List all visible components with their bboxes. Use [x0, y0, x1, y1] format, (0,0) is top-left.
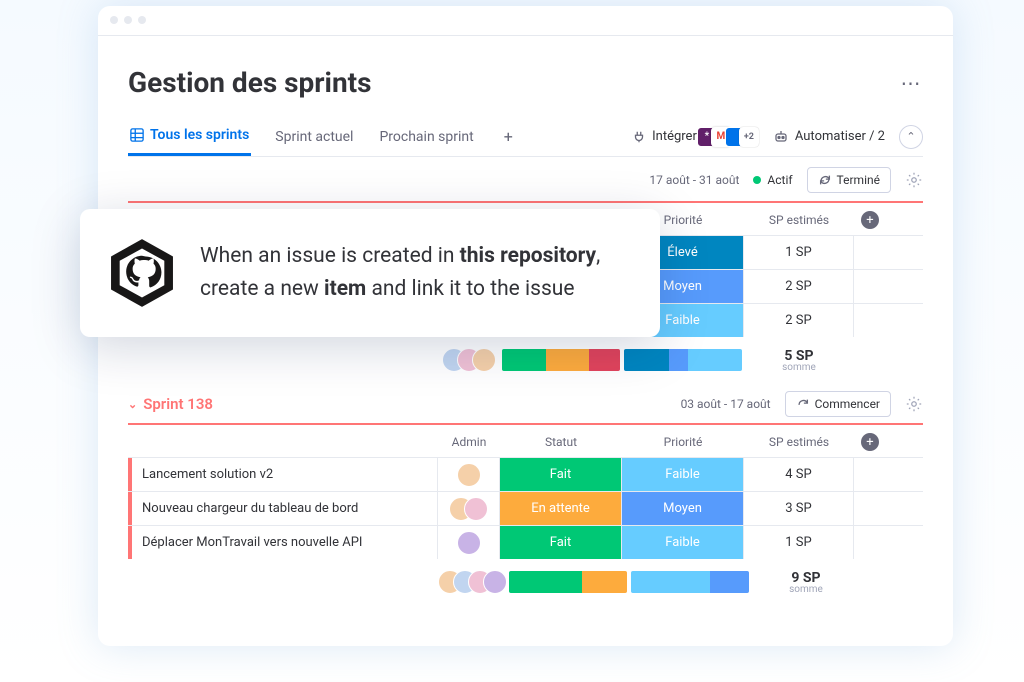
table-row[interactable]: Lancement solution v2 Fait Faible 4 SP [128, 457, 923, 491]
refresh-icon [818, 173, 832, 187]
tab-label: Prochain sprint [379, 129, 473, 145]
status-cell[interactable]: Fait [500, 458, 622, 491]
sprint138-summary: 9 SP somme [128, 559, 923, 599]
empty-cell [854, 236, 886, 269]
tab-all-sprints[interactable]: Tous les sprints [128, 117, 251, 156]
item-cell[interactable]: Nouveau chargeur du tableau de bord [128, 492, 438, 525]
more-integrations-badge: +2 [739, 127, 759, 147]
chevron-down-icon: ⌄ [128, 398, 137, 411]
empty-cell [854, 458, 886, 491]
group-title-sprint138[interactable]: ⌄ Sprint 138 [128, 395, 213, 413]
automate-button[interactable]: Automatiser / 2 [773, 129, 885, 145]
gear-icon[interactable] [905, 171, 923, 189]
column-admin[interactable]: Admin [438, 435, 500, 449]
window-titlebar [98, 6, 953, 36]
empty-cell [854, 304, 886, 337]
table-row[interactable]: Déplacer MonTravail vers nouvelle API Fa… [128, 525, 923, 559]
empty-cell [854, 270, 886, 303]
tab-current-sprint[interactable]: Sprint actuel [273, 119, 355, 155]
priority-cell[interactable]: Faible [622, 526, 744, 559]
sp-summary: 9 SP somme [751, 570, 861, 595]
item-cell[interactable]: Lancement solution v2 [128, 458, 438, 491]
sp-cell[interactable]: 4 SP [744, 458, 854, 491]
group-title-label: Sprint 138 [143, 395, 213, 413]
sp-cell[interactable]: 1 SP [744, 236, 854, 269]
date-range: 03 août - 17 août [681, 397, 771, 411]
status-label: Actif [767, 173, 792, 187]
tab-next-sprint[interactable]: Prochain sprint [377, 119, 475, 155]
github-automation-callout: When an issue is created in this reposit… [80, 209, 660, 337]
sp-cell[interactable]: 1 SP [744, 526, 854, 559]
date-range: 17 août - 31 août [649, 173, 739, 187]
more-menu-button[interactable]: ⋯ [899, 71, 923, 95]
sp-cell[interactable]: 3 SP [744, 492, 854, 525]
priority-cell[interactable]: Moyen [622, 492, 744, 525]
github-icon [106, 237, 178, 309]
tab-label: Sprint actuel [275, 129, 353, 145]
collapse-right-panel-button[interactable]: ⌃ [899, 125, 923, 149]
empty-cell [854, 526, 886, 559]
status-summary-bar [502, 349, 620, 371]
priority-summary-bar [624, 349, 742, 371]
integrate-label: Intégrer [652, 129, 697, 144]
window-dot [124, 16, 132, 24]
priority-cell[interactable]: Faible [622, 458, 744, 491]
integration-chips: * M +2 [703, 127, 759, 147]
column-priority[interactable]: Priorité [622, 435, 744, 449]
sprint139-header-bar: 17 août - 31 août Actif Terminé [128, 157, 923, 201]
empty-cell [854, 492, 886, 525]
group-underline [128, 423, 923, 425]
robot-icon [773, 129, 789, 145]
sp-sum-label: somme [744, 362, 854, 373]
column-status[interactable]: Statut [500, 435, 622, 449]
window-dot [138, 16, 146, 24]
tabs-row: Tous les sprints Sprint actuel Prochain … [128, 117, 923, 157]
column-sp[interactable]: SP estimés [744, 435, 854, 449]
status-cell[interactable]: Fait [500, 526, 622, 559]
status-dot-icon [753, 176, 761, 184]
callout-text-part: When an issue is created in [200, 244, 460, 268]
add-column-button[interactable]: + [861, 211, 879, 229]
sp-summary: 5 SP somme [744, 348, 854, 373]
start-button[interactable]: Commencer [785, 391, 891, 417]
group-underline [128, 201, 923, 203]
column-sp[interactable]: SP estimés [744, 213, 854, 227]
status-cell[interactable]: En attente [500, 492, 622, 525]
plug-icon [632, 130, 646, 144]
add-tab-button[interactable]: + [498, 127, 519, 146]
sp-cell[interactable]: 2 SP [744, 304, 854, 337]
item-cell[interactable]: Déplacer MonTravail vers nouvelle API [128, 526, 438, 559]
table-row[interactable]: Nouveau chargeur du tableau de bord En a… [128, 491, 923, 525]
sp-sum-label: somme [751, 584, 861, 595]
sprint139-summary: 5 SP somme [128, 337, 923, 377]
callout-text: When an issue is created in this reposit… [200, 240, 632, 305]
admin-cell[interactable] [438, 458, 500, 491]
window-dot [110, 16, 118, 24]
gear-icon[interactable] [905, 395, 923, 413]
avatar-stack [442, 348, 496, 372]
done-button-label: Terminé [837, 173, 880, 187]
table-icon [130, 128, 144, 142]
tab-label: Tous les sprints [150, 127, 249, 143]
callout-text-bold: item [324, 277, 366, 301]
sprint138-columns: Admin Statut Priorité SP estimés + [128, 427, 923, 457]
add-column-button[interactable]: + [861, 433, 879, 451]
automate-label: Automatiser / 2 [795, 129, 885, 144]
priority-summary-bar [631, 571, 749, 593]
callout-text-part: and link it to the issue [366, 277, 574, 301]
status-summary-bar [509, 571, 627, 593]
callout-text-bold: this repository [460, 244, 596, 268]
sp-cell[interactable]: 2 SP [744, 270, 854, 303]
avatar-stack [438, 570, 507, 594]
integrate-button[interactable]: Intégrer * M +2 [632, 127, 759, 147]
admin-cell[interactable] [438, 526, 500, 559]
admin-cell[interactable] [438, 492, 500, 525]
done-button[interactable]: Terminé [807, 167, 891, 193]
start-button-label: Commencer [815, 397, 880, 411]
sprint-status: Actif [753, 173, 792, 187]
refresh-icon [796, 397, 810, 411]
page-title: Gestion des sprints [128, 66, 372, 99]
